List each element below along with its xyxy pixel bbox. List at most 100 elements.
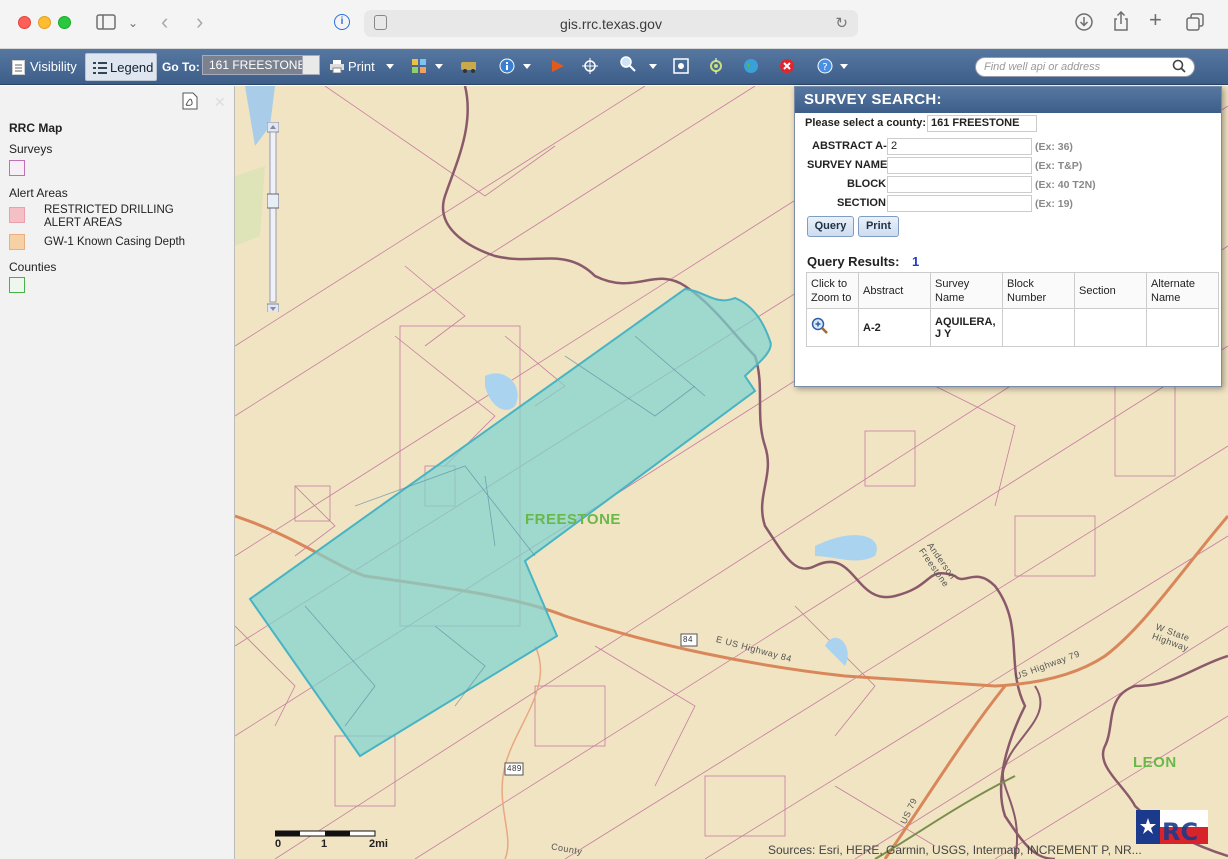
section-cell (1074, 308, 1147, 347)
list-icon (93, 62, 107, 74)
pdf-export-icon[interactable] (182, 92, 198, 110)
basemap-icon[interactable] (460, 58, 476, 74)
clear-icon[interactable] (779, 58, 795, 74)
county-label-leon: LEON (1133, 754, 1177, 771)
download-icon[interactable] (1075, 13, 1093, 31)
legend-label: Legend (110, 60, 154, 75)
browser-chrome: ⌄ ‹ › i gis.rrc.texas.gov ↻ + (0, 0, 1228, 49)
search-icon[interactable] (1172, 59, 1186, 73)
back-icon[interactable]: ‹ (161, 11, 168, 33)
goto-dropdown-handle[interactable] (302, 55, 320, 75)
legend-group-counties: Counties (9, 260, 57, 274)
table-row: A-2 AQUILERA, J Y (806, 308, 1219, 347)
app-toolbar: Visibility Legend Go To: 161 FREESTONE P… (0, 49, 1228, 85)
locate-icon[interactable] (708, 58, 724, 74)
query-results-label: Query Results: (807, 254, 900, 269)
abstract-hint: (Ex: 36) (1035, 141, 1073, 153)
layers-menu-caret[interactable] (435, 64, 443, 69)
county-select-label: Please select a county: (805, 117, 927, 129)
flag-icon[interactable] (550, 58, 566, 74)
block-label: BLOCK (847, 178, 887, 190)
surveys-swatch (9, 160, 25, 176)
legend-title: RRC Map (9, 121, 63, 135)
block-cell (1002, 308, 1075, 347)
counties-swatch (9, 277, 25, 293)
block-hint: (Ex: 40 T2N) (1035, 179, 1096, 191)
svg-text:?: ? (822, 62, 827, 73)
county-select[interactable]: 161 FREESTONE (927, 115, 1037, 132)
zoom-to-icon[interactable] (811, 317, 829, 335)
legend-button[interactable]: Legend (85, 53, 157, 81)
abstract-field[interactable]: 2 (887, 138, 1032, 155)
well-search-input[interactable]: Find well api or address (975, 57, 1195, 77)
crosshair-icon[interactable] (582, 58, 598, 74)
globe-icon[interactable] (743, 58, 759, 74)
document-icon (12, 60, 25, 75)
svg-text:RC: RC (1162, 818, 1198, 844)
query-button[interactable]: Query (807, 216, 854, 237)
col-block-number: Block Number (1002, 272, 1075, 309)
zoom-slider[interactable] (267, 122, 279, 312)
share-icon[interactable] (1113, 11, 1129, 31)
close-icon[interactable]: ✕ (214, 94, 226, 111)
reload-icon[interactable]: ↻ (835, 14, 848, 32)
section-field[interactable] (887, 195, 1032, 212)
scale-label-0: 0 (275, 838, 282, 850)
col-survey-name: Survey Name (930, 272, 1003, 309)
visibility-label: Visibility (30, 59, 77, 74)
survey-name-hint: (Ex: T&P) (1035, 160, 1083, 172)
address-bar[interactable]: gis.rrc.texas.gov ↻ (364, 10, 858, 37)
scale-label-2mi: 2mi (369, 838, 388, 850)
col-alternate-name: Alternate Name (1146, 272, 1219, 309)
window-close-button[interactable] (18, 16, 31, 29)
legend-group-alert-areas: Alert Areas (9, 186, 68, 200)
section-hint: (Ex: 19) (1035, 198, 1073, 210)
map-attribution: Sources: Esri, HERE, Garmin, USGS, Inter… (768, 843, 1142, 857)
print-menu-caret[interactable] (386, 64, 394, 69)
query-results-count: 1 (912, 254, 920, 269)
chevron-down-icon[interactable]: ⌄ (128, 13, 138, 33)
window-minimize-button[interactable] (38, 16, 51, 29)
rrc-logo: RC (1136, 810, 1208, 844)
survey-name-field[interactable] (887, 157, 1032, 174)
print-button[interactable]: Print (330, 53, 375, 81)
window-zoom-button[interactable] (58, 16, 71, 29)
col-section: Section (1074, 272, 1147, 309)
print-label: Print (348, 59, 375, 74)
scale-bar: 0 1 2mi (274, 830, 388, 850)
zoom-icon[interactable] (620, 56, 636, 72)
visibility-button[interactable]: Visibility (8, 53, 81, 81)
goto-label: Go To: (162, 60, 200, 74)
county-label-freestone: FREESTONE (525, 511, 621, 528)
full-extent-icon[interactable] (673, 58, 689, 74)
col-zoom: Click to Zoom to (806, 272, 859, 309)
survey-search-panel: SURVEY SEARCH: Please select a county: 1… (794, 86, 1222, 387)
abstract-cell: A-2 (858, 308, 931, 347)
tab-overview-icon[interactable] (1186, 13, 1204, 31)
block-field[interactable] (887, 176, 1032, 193)
legend-panel: ✕ RRC Map Surveys Alert Areas RESTRICTED… (0, 86, 235, 859)
help-menu-caret[interactable] (840, 64, 848, 69)
zoom-slider-handle[interactable] (267, 193, 279, 209)
printer-icon (330, 60, 344, 73)
restricted-drilling-swatch (9, 207, 25, 223)
site-info-icon[interactable]: i (334, 14, 350, 30)
identify-menu-caret[interactable] (523, 64, 531, 69)
legend-group-surveys: Surveys (9, 142, 53, 156)
layers-icon[interactable] (412, 58, 428, 74)
sidebar-toggle-icon[interactable] (96, 14, 116, 30)
identify-icon[interactable] (499, 58, 515, 74)
abstract-label: ABSTRACT A- (812, 140, 887, 152)
survey-name-label: SURVEY NAME (807, 159, 888, 171)
zoom-menu-caret[interactable] (649, 64, 657, 69)
new-tab-icon[interactable]: + (1149, 9, 1162, 31)
forward-icon[interactable]: › (196, 11, 203, 33)
help-icon[interactable]: ? (817, 58, 833, 74)
col-abstract: Abstract (858, 272, 931, 309)
section-label: SECTION (837, 197, 886, 209)
gw1-casing-swatch (9, 234, 25, 250)
survey-name-cell: AQUILERA, J Y (930, 308, 1003, 347)
scale-label-1: 1 (321, 838, 328, 850)
url-text: gis.rrc.texas.gov (560, 16, 662, 32)
print-results-button[interactable]: Print (858, 216, 899, 237)
